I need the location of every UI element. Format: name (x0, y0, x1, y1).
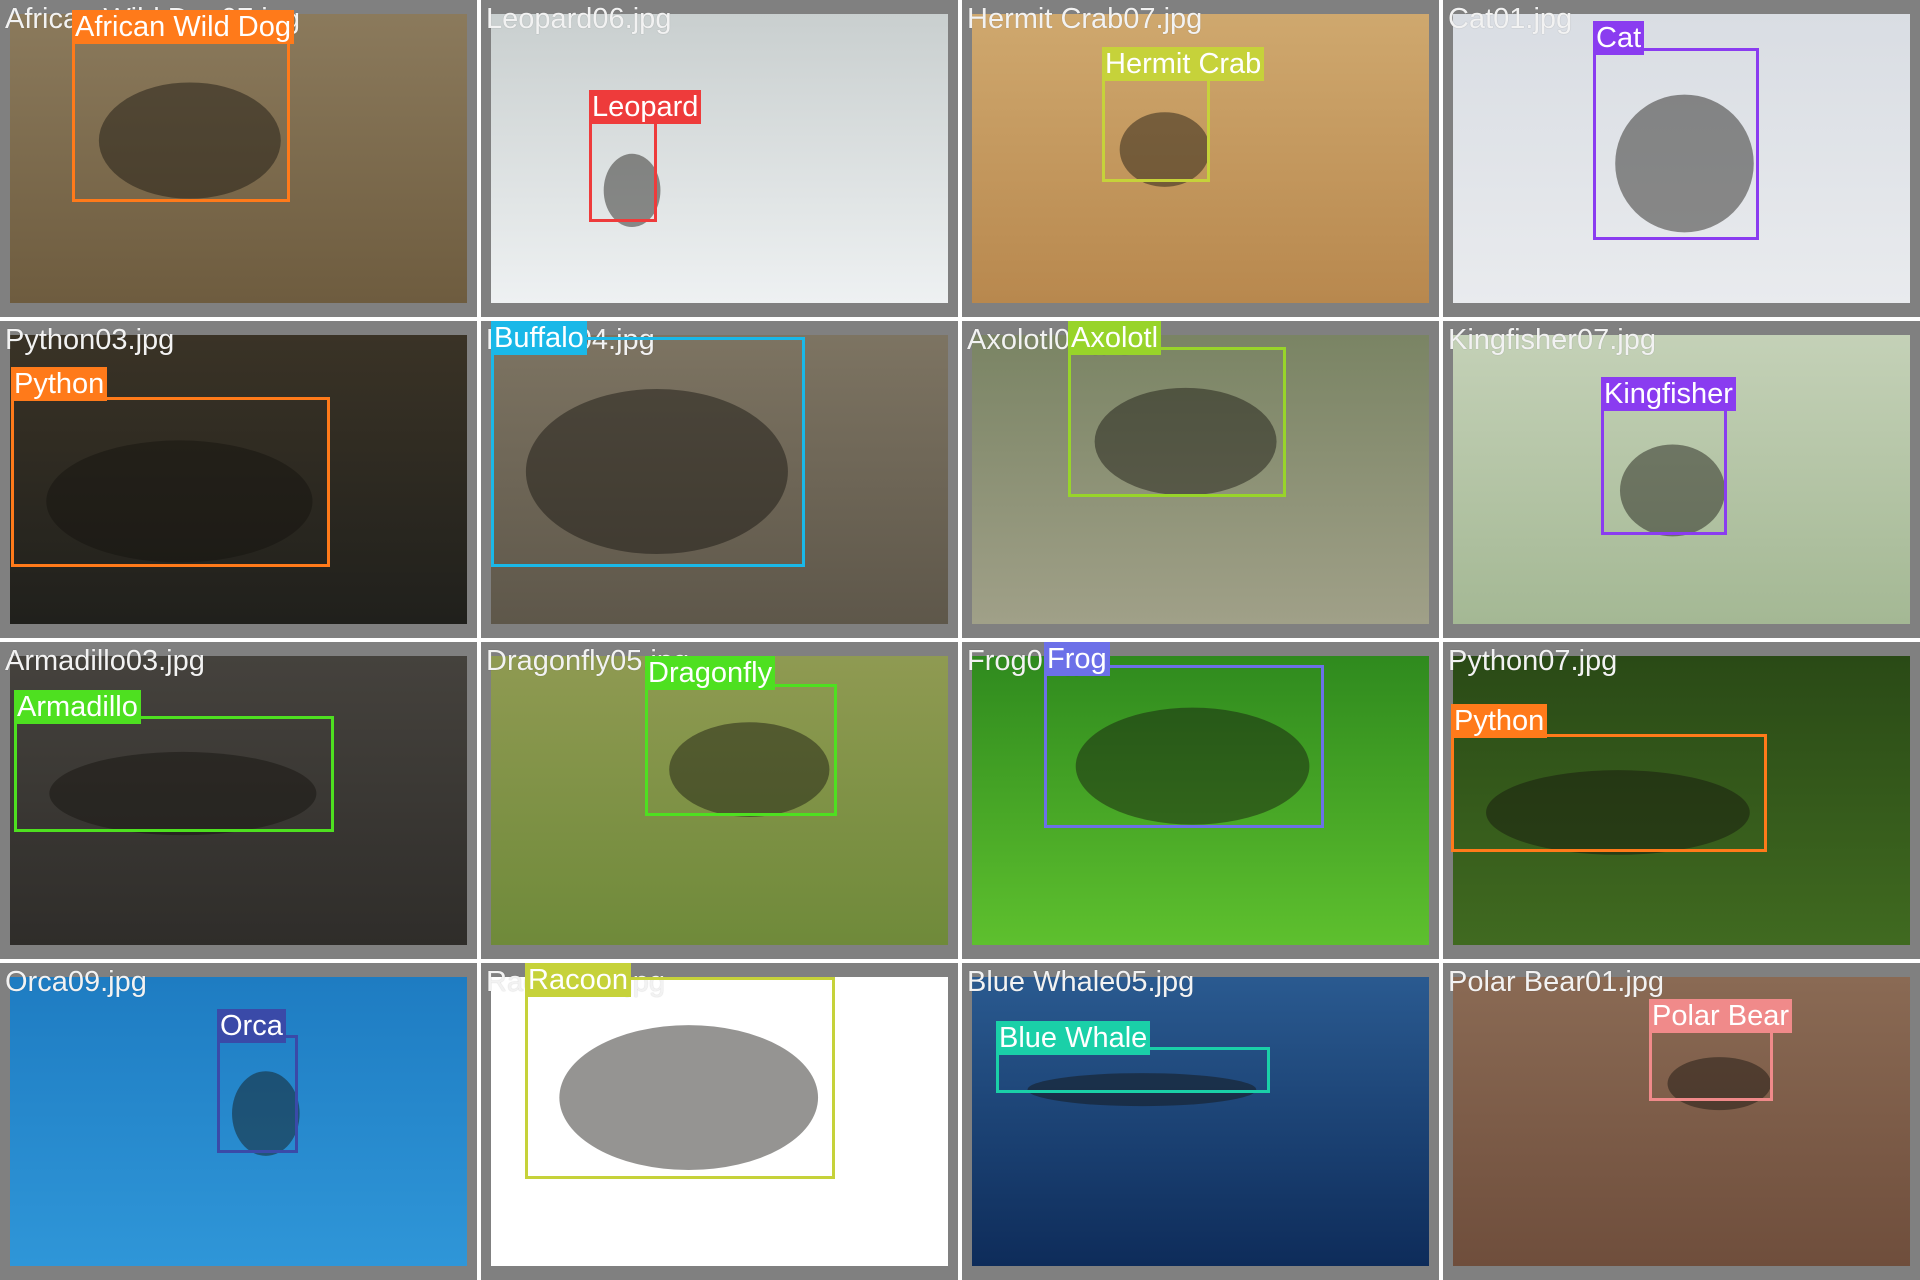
image-tile[interactable]: Leopard06.jpg Leopard (481, 0, 958, 317)
detection-class-label: African Wild Dog (72, 10, 294, 44)
image-filename: Cat01.jpg (1448, 3, 1573, 35)
image-tile[interactable]: Axolotl04.jpg Axolotl (962, 321, 1439, 638)
detection-bounding-box (1451, 734, 1767, 852)
image-filename: Blue Whale05.jpg (967, 966, 1195, 998)
image-filename: Python03.jpg (5, 324, 175, 356)
detection-bounding-box (1102, 78, 1210, 182)
detection-bounding-box (491, 337, 805, 567)
detection-bounding-box (1044, 665, 1324, 828)
detection-bounding-box (72, 40, 290, 202)
detection-class-label: Polar Bear (1649, 999, 1793, 1033)
image-tile[interactable]: Cat01.jpg Cat (1443, 0, 1920, 317)
detection-bounding-box (217, 1035, 298, 1153)
image-tile[interactable]: Dragonfly05.jpg Dragonfly (481, 642, 958, 959)
image-filename: Python07.jpg (1448, 645, 1618, 677)
image-tile[interactable]: African Wild Dog07.jpgAfrican Wild Dog (0, 0, 477, 317)
detection-class-label: Orca (217, 1009, 286, 1043)
image-tile[interactable]: Armadillo03.jpg Armadillo (0, 642, 477, 959)
detection-bounding-box (14, 716, 334, 832)
detection-bounding-box (1649, 1027, 1773, 1101)
detection-class-label: Cat (1593, 21, 1645, 55)
image-filename: Leopard06.jpg (486, 3, 672, 35)
detection-bounding-box (1068, 347, 1286, 497)
image-tile[interactable]: Hermit Crab07.jpg Hermit Crab (962, 0, 1439, 317)
image-tile[interactable]: Kingfisher07.jpg Kingfisher (1443, 321, 1920, 638)
image-filename: Hermit Crab07.jpg (967, 3, 1203, 35)
image-filename: Kingfisher07.jpg (1448, 324, 1656, 356)
detection-class-label: Kingfisher (1601, 377, 1736, 411)
detection-class-label: Armadillo (14, 690, 141, 724)
detection-bounding-box (589, 120, 657, 222)
image-tile[interactable]: Blue Whale05.jpg Blue Whale (962, 963, 1439, 1280)
detection-class-label: Leopard (589, 90, 702, 124)
image-filename: Polar Bear01.jpg (1448, 966, 1665, 998)
detection-class-label: Hermit Crab (1102, 47, 1265, 81)
image-tile[interactable]: Racoon02.jpgRacoon (481, 963, 958, 1280)
image-filename: Orca09.jpg (5, 966, 147, 998)
image-tile[interactable]: Python07.jpg Python (1443, 642, 1920, 959)
detection-class-label: Dragonfly (645, 656, 776, 690)
detection-bounding-box (1601, 407, 1727, 535)
image-tile[interactable]: Frog07.jpg Frog (962, 642, 1439, 959)
detection-class-label: Axolotl (1068, 321, 1162, 355)
detection-bounding-box (1593, 48, 1759, 240)
image-filename: Armadillo03.jpg (5, 645, 205, 677)
image-tile[interactable]: Polar Bear01.jpg Polar Bear (1443, 963, 1920, 1280)
image-tile[interactable]: Buffalo04.jpgBuffalo (481, 321, 958, 638)
detection-class-label: Frog (1044, 642, 1110, 676)
detection-class-label: Racoon (525, 963, 631, 997)
detection-class-label: Python (1451, 704, 1548, 738)
detection-bounding-box (525, 977, 835, 1179)
detection-class-label: Blue Whale (996, 1021, 1151, 1055)
image-tile[interactable]: Orca09.jpg Orca (0, 963, 477, 1280)
leopard-photo (491, 14, 948, 303)
detection-class-label: Python (11, 367, 108, 401)
detection-class-label: Buffalo (491, 321, 587, 355)
detection-results-grid: African Wild Dog07.jpgAfrican Wild Dog L… (0, 0, 1920, 1280)
detection-bounding-box (645, 684, 837, 816)
image-tile[interactable]: Python03.jpg Python (0, 321, 477, 638)
detection-bounding-box (11, 397, 330, 567)
